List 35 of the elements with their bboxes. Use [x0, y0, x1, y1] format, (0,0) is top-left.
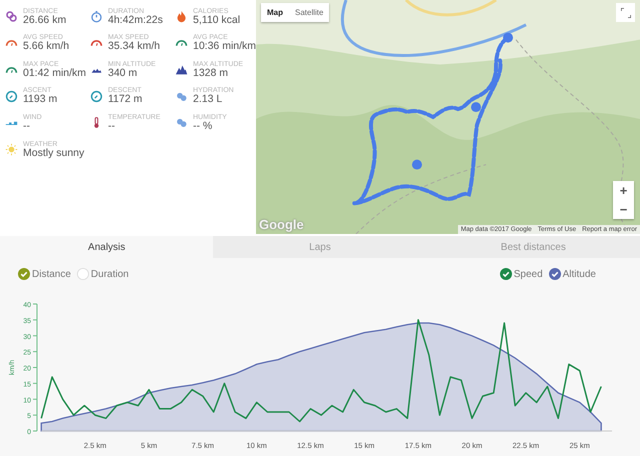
- axis-toggle[interactable]: Duration: [76, 268, 129, 280]
- map-logo: Google: [259, 217, 304, 232]
- stat-value: 4h:42m:22s: [108, 14, 163, 26]
- series-toggle[interactable]: Speed: [500, 268, 543, 280]
- stat-value: 1193 m: [23, 94, 58, 105]
- series-toggle[interactable]: Altitude: [548, 268, 596, 280]
- stat-value: 5,110 kcal: [193, 14, 240, 26]
- stat-value: 1328 m: [193, 68, 230, 78]
- stat-value: --: [108, 120, 116, 132]
- rings-icon: [5, 10, 18, 23]
- stat-value: Mostly sunny: [23, 148, 84, 158]
- stat-value: 26.66 km: [23, 14, 66, 26]
- sun-icon: [5, 142, 18, 156]
- fullscreen-icon: [620, 8, 630, 18]
- flame-icon: [175, 10, 188, 23]
- stat-value: 2.13 L: [193, 94, 224, 105]
- zoom-out-button[interactable]: −: [613, 200, 634, 219]
- drops-icon: [175, 116, 188, 130]
- stat-value: -- %: [193, 120, 214, 132]
- mountain-icon: [175, 62, 188, 76]
- map-type-button[interactable]: Map: [261, 3, 289, 22]
- axis-toggle[interactable]: Distance: [18, 268, 71, 280]
- stat-value: 01:42 min/km: [23, 68, 86, 78]
- stat-value: 340 m: [108, 68, 138, 78]
- stat-value: --: [23, 120, 31, 132]
- dial-icon: [90, 90, 103, 103]
- stat-value: 1172 m: [108, 94, 142, 105]
- stat-value: 35.34 km/h: [108, 41, 160, 52]
- zoom-in-button[interactable]: +: [613, 181, 634, 200]
- fullscreen-button[interactable]: [616, 3, 635, 22]
- stopwatch-icon: [90, 10, 103, 23]
- dial-icon: [5, 90, 18, 103]
- stat-value: 10:36 min/km: [193, 41, 256, 52]
- stat-value: 5.66 km/h: [23, 41, 70, 52]
- map-type-button[interactable]: Satellite: [289, 3, 330, 22]
